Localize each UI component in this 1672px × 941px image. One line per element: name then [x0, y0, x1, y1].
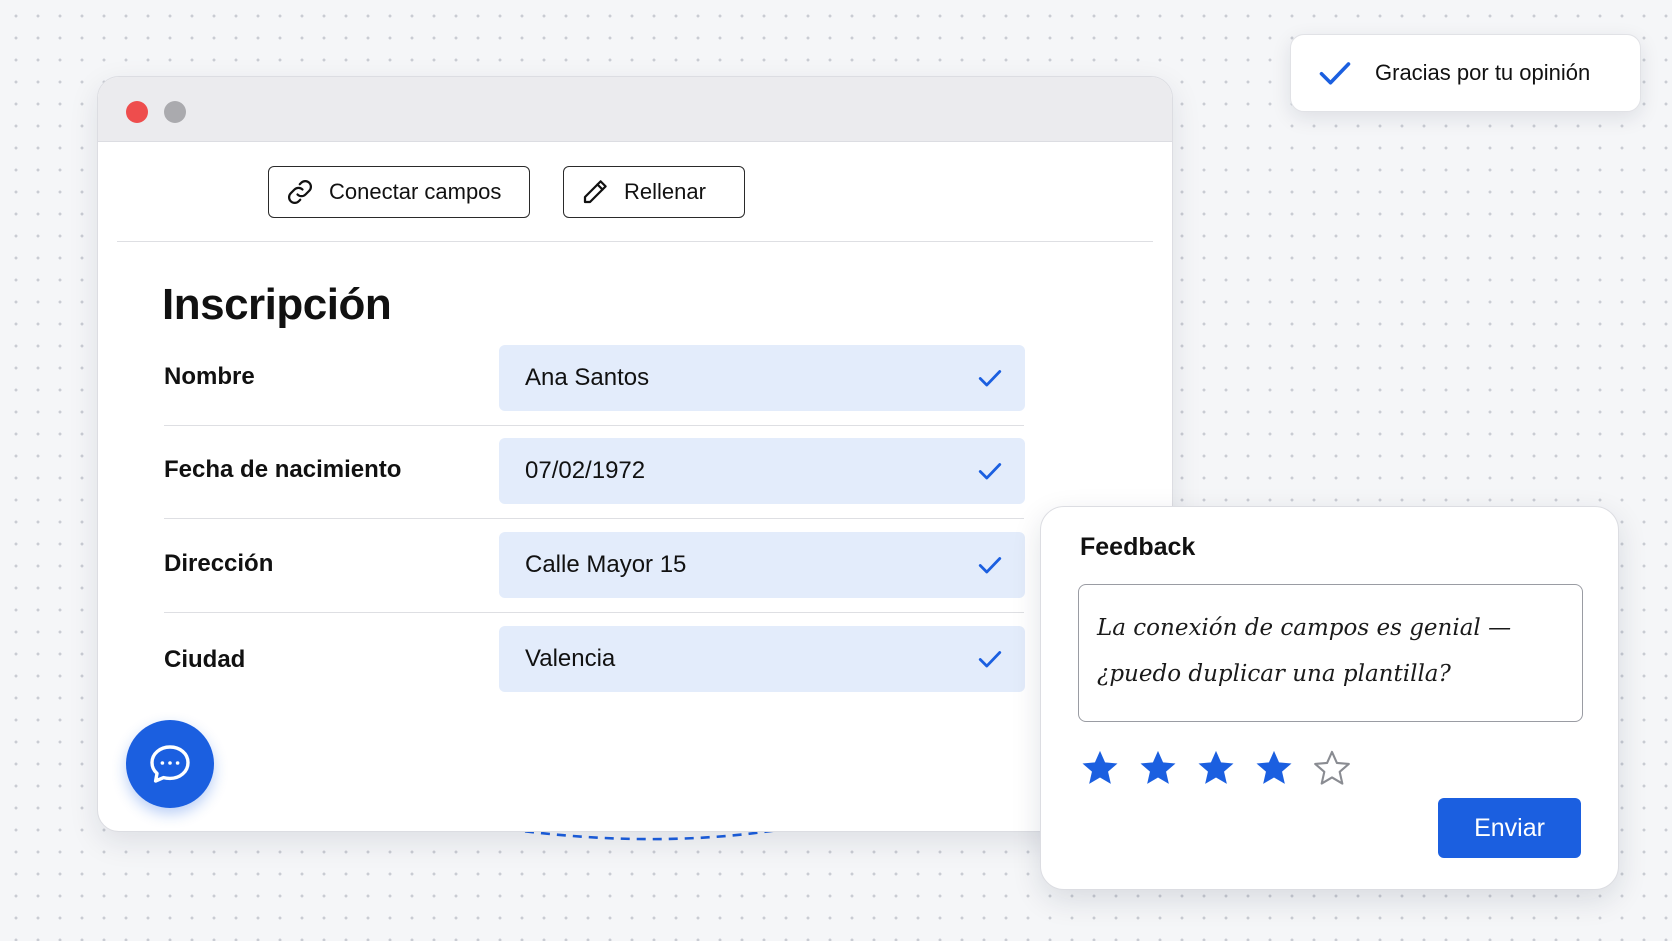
check-icon — [978, 651, 1002, 668]
form-row-birthdate: Fecha de nacimiento 07/02/1972 — [164, 438, 1025, 531]
window-titlebar — [98, 77, 1172, 142]
field-value: 07/02/1972 — [525, 457, 646, 484]
toolbar-divider — [117, 241, 1153, 242]
field-label: Fecha de nacimiento — [164, 456, 402, 483]
row-divider — [164, 518, 1024, 519]
field-value: Valencia — [525, 645, 616, 672]
feedback-text: La conexión de campos es genial — ¿puedo… — [1097, 615, 1512, 687]
city-field[interactable]: Valencia — [499, 626, 1025, 692]
star-icon[interactable] — [1253, 747, 1295, 789]
field-value: Calle Mayor 15 — [525, 551, 687, 578]
minimize-window-button[interactable] — [164, 101, 186, 123]
address-field[interactable]: Calle Mayor 15 — [499, 532, 1025, 598]
row-divider — [164, 425, 1024, 426]
field-label: Dirección — [164, 550, 274, 577]
pencil-icon — [583, 180, 607, 204]
success-toast: Gracias por tu opinión — [1290, 34, 1641, 112]
field-value: Ana Santos — [525, 364, 650, 391]
field-label: Ciudad — [164, 646, 246, 673]
form-row-address: Dirección Calle Mayor 15 — [164, 532, 1025, 625]
submit-button[interactable]: Enviar — [1438, 798, 1581, 858]
check-icon — [978, 370, 1002, 387]
star-icon[interactable] — [1137, 747, 1179, 789]
feedback-panel: Feedback La conexión de campos es genial… — [1040, 506, 1619, 890]
form-row-name: Nombre Ana Santos — [164, 345, 1025, 438]
form-row-city: Ciudad Valencia — [164, 626, 1025, 719]
close-window-button[interactable] — [126, 101, 148, 123]
form-title: Inscripción — [162, 280, 392, 329]
star-icon[interactable] — [1195, 747, 1237, 789]
link-icon — [287, 179, 313, 205]
connect-fields-label: Conectar campos — [329, 179, 502, 204]
app-window: Conectar campos Rellenar Inscripción Nom… — [97, 76, 1173, 832]
fill-label: Rellenar — [624, 179, 706, 204]
row-divider — [164, 612, 1024, 613]
star-empty-icon[interactable] — [1311, 747, 1353, 789]
field-label: Nombre — [164, 363, 255, 390]
star-rating — [1079, 747, 1369, 789]
check-icon — [978, 557, 1002, 574]
birthdate-field[interactable]: 07/02/1972 — [499, 438, 1025, 504]
chat-button[interactable] — [126, 720, 214, 808]
check-icon — [978, 463, 1002, 480]
feedback-textarea[interactable]: La conexión de campos es genial — ¿puedo… — [1078, 584, 1583, 722]
feedback-title: Feedback — [1080, 533, 1196, 561]
toast-message: Gracias por tu opinión — [1375, 60, 1591, 85]
name-field[interactable]: Ana Santos — [499, 345, 1025, 411]
fill-button[interactable]: Rellenar — [563, 166, 745, 218]
chat-bubble-icon — [150, 745, 190, 783]
form-toolbar: Conectar campos Rellenar — [98, 142, 1172, 242]
check-icon — [1319, 62, 1351, 85]
star-icon[interactable] — [1079, 747, 1121, 789]
connect-fields-button[interactable]: Conectar campos — [268, 166, 530, 218]
